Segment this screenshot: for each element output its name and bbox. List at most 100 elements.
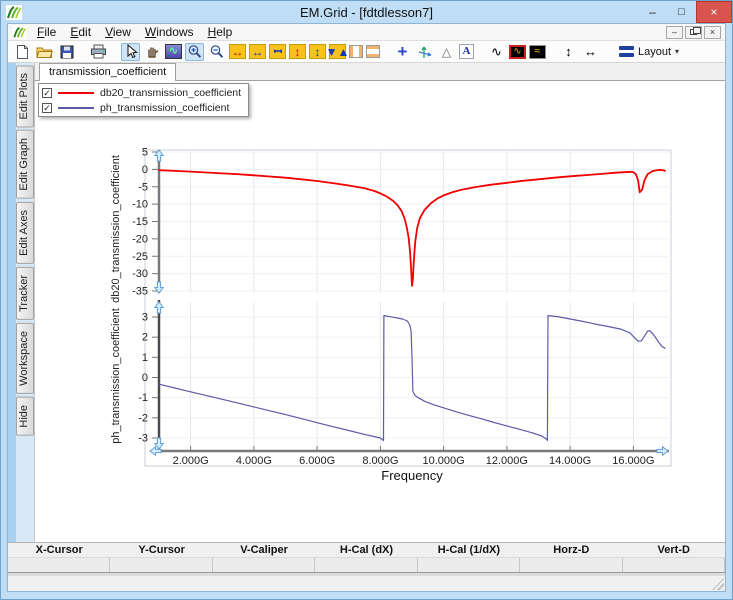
sidebar-tab-edit-axes[interactable]: Edit Axes bbox=[16, 202, 34, 264]
graph-frame bbox=[144, 149, 672, 467]
legend-row: ✓ db20_transmission_coefficient bbox=[42, 86, 241, 99]
sidebar-tabs: Edit Plots Edit Graph Edit Axes Tracker Work… bbox=[16, 63, 34, 542]
plot-canvas[interactable]: 5 0 -5 -10 -15 -20 -25 -30 -35 3 2 1 0 -1 -2 -3 2.000G 4.… bbox=[35, 81, 732, 548]
caliper-triangle-icon[interactable]: △ bbox=[437, 43, 456, 61]
open-icon[interactable] bbox=[35, 43, 54, 61]
menu-windows[interactable]: Windows bbox=[138, 25, 201, 39]
fit-vertical-icon[interactable]: ▼ ▲ bbox=[326, 44, 349, 59]
legend-label: db20_transmission_coefficient bbox=[100, 86, 242, 99]
svg-text:-3: -3 bbox=[138, 433, 148, 445]
plot-mode-icon[interactable]: ∿ bbox=[165, 44, 182, 59]
close-button[interactable]: × bbox=[696, 1, 732, 23]
readout-value bbox=[110, 558, 213, 572]
print-icon[interactable] bbox=[89, 43, 108, 61]
distribute-horizontal-icon[interactable]: ↔ bbox=[581, 43, 600, 61]
svg-text:-2: -2 bbox=[138, 412, 148, 424]
tab-transmission-coefficient[interactable]: transmission_coefficient bbox=[39, 63, 177, 81]
expand-vertical-icon[interactable]: ↕ bbox=[289, 44, 306, 59]
sidebar-tab-hide[interactable]: Hide bbox=[16, 396, 34, 436]
svg-text:-1: -1 bbox=[138, 392, 148, 404]
overlay-plots-icon[interactable]: ≈ bbox=[529, 44, 546, 59]
sidebar-tab-edit-plots[interactable]: Edit Plots bbox=[16, 65, 34, 128]
top-bottom-margins-icon[interactable] bbox=[366, 45, 380, 58]
ph_transmission_coefficient-curve bbox=[158, 315, 666, 442]
plot-window-icon[interactable]: ∿ bbox=[509, 44, 526, 59]
crosshair-icon[interactable]: + bbox=[393, 43, 412, 61]
readout-value bbox=[520, 558, 623, 572]
x-axis-title: Frequency bbox=[381, 468, 443, 483]
legend-checkbox[interactable]: ✓ bbox=[42, 87, 52, 98]
shrink-horizontal-icon[interactable]: ↔ bbox=[249, 44, 266, 59]
sidebar-tab-edit-graph[interactable]: Edit Graph bbox=[16, 130, 34, 200]
axis-drag-handle[interactable] bbox=[656, 445, 669, 457]
svg-text:6.000G: 6.000G bbox=[299, 455, 335, 467]
menu-help[interactable]: Help bbox=[201, 25, 240, 39]
readout-value bbox=[622, 558, 725, 572]
y-tick-labels: 3 2 1 0 -1 -2 -3 bbox=[138, 312, 158, 445]
status-bar bbox=[8, 576, 725, 591]
layout-button[interactable]: Layout ▾ bbox=[615, 45, 683, 59]
new-icon[interactable] bbox=[13, 43, 32, 61]
svg-text:0: 0 bbox=[142, 372, 148, 384]
select-arrow-icon[interactable] bbox=[121, 42, 140, 61]
plot-panel: ✓ db20_transmission_coefficient ✓ ph_transm… bbox=[35, 81, 725, 542]
toolbar: ∿ ↔ ↔ ▸▪◂ ↕ ↕ ▼ ▲ + △ A ∿ ∿ ≈ ↕ ↔ Layout ▾ bbox=[8, 41, 725, 63]
axes-lines bbox=[151, 150, 669, 453]
mdi-close-button[interactable]: × bbox=[704, 25, 721, 39]
text-annotation-icon[interactable]: A bbox=[459, 44, 474, 59]
menu-bar: File Edit View Windows Help – × bbox=[8, 24, 725, 41]
expand-horizontal-icon[interactable]: ↔ bbox=[229, 44, 246, 59]
axis-drag-handle[interactable] bbox=[153, 437, 165, 450]
readout-value bbox=[417, 558, 521, 572]
grid-lines bbox=[159, 150, 671, 450]
shrink-vertical-icon[interactable]: ↕ bbox=[309, 44, 326, 59]
title-bar[interactable]: EM.Grid - [fdtdlesson7] – □ × bbox=[1, 1, 732, 23]
sidebar-tab-workspace[interactable]: Workspace bbox=[16, 322, 34, 394]
menu-edit[interactable]: Edit bbox=[63, 25, 98, 39]
x-tick-labels: 2.000G 4.000G 6.000G 8.000G 10.000G 12.000G 14… bbox=[173, 446, 654, 467]
y-axis-title-db20: db20_transmission_coefficient bbox=[110, 155, 122, 303]
sidebar-tab-tracker[interactable]: Tracker bbox=[16, 266, 34, 320]
minimize-button[interactable]: – bbox=[638, 1, 667, 23]
left-right-margins-icon[interactable] bbox=[349, 45, 363, 58]
axes-tracker-icon[interactable] bbox=[415, 43, 434, 61]
legend-line-sample bbox=[58, 106, 94, 109]
legend-checkbox[interactable]: ✓ bbox=[42, 102, 52, 113]
menu-view[interactable]: View bbox=[98, 25, 138, 39]
svg-text:2: 2 bbox=[142, 332, 148, 344]
pan-hand-icon[interactable] bbox=[143, 43, 162, 61]
mdi-restore-button[interactable] bbox=[685, 25, 702, 39]
svg-text:4.000G: 4.000G bbox=[236, 455, 272, 467]
plot-legend: ✓ db20_transmission_coefficient ✓ ph_transm… bbox=[38, 83, 250, 117]
distribute-vertical-icon[interactable]: ↕ bbox=[559, 43, 578, 61]
app-window: EM.Grid - [fdtdlesson7] – □ × File Edit Vi… bbox=[0, 0, 733, 600]
resize-grip[interactable] bbox=[712, 578, 724, 590]
copy-plot-icon[interactable]: ∿ bbox=[487, 43, 506, 61]
svg-text:16.000G: 16.000G bbox=[612, 455, 654, 467]
fit-horizontal-icon[interactable]: ▸▪◂ bbox=[269, 44, 286, 59]
app-logo-icon-small bbox=[12, 25, 27, 39]
mdi-minimize-button[interactable]: – bbox=[666, 25, 683, 39]
save-icon[interactable] bbox=[57, 43, 76, 61]
svg-text:5: 5 bbox=[142, 147, 148, 159]
svg-text:10.000G: 10.000G bbox=[423, 455, 465, 467]
y-tick-labels: 5 0 -5 -10 -15 -20 -25 -30 -35 bbox=[132, 147, 158, 298]
svg-text:2.000G: 2.000G bbox=[173, 455, 209, 467]
app-logo-icon bbox=[6, 4, 22, 20]
svg-text:-5: -5 bbox=[138, 181, 148, 193]
svg-text:14.000G: 14.000G bbox=[549, 455, 591, 467]
axis-drag-handle[interactable] bbox=[153, 301, 165, 314]
svg-text:-35: -35 bbox=[132, 286, 148, 298]
svg-text:-15: -15 bbox=[132, 216, 148, 228]
zoom-out-icon[interactable] bbox=[207, 43, 226, 61]
svg-text:8.000G: 8.000G bbox=[362, 455, 398, 467]
readout-value bbox=[315, 558, 418, 572]
zoom-in-icon[interactable] bbox=[185, 42, 204, 61]
menu-file[interactable]: File bbox=[30, 25, 63, 39]
svg-text:1: 1 bbox=[142, 352, 148, 364]
sidebar-accent-strip bbox=[8, 63, 16, 542]
svg-text:-10: -10 bbox=[132, 199, 148, 211]
window-title: EM.Grid - [fdtdlesson7] bbox=[300, 4, 433, 20]
db20_transmission_coefficient-curve bbox=[158, 169, 666, 287]
maximize-button[interactable]: □ bbox=[667, 1, 696, 23]
